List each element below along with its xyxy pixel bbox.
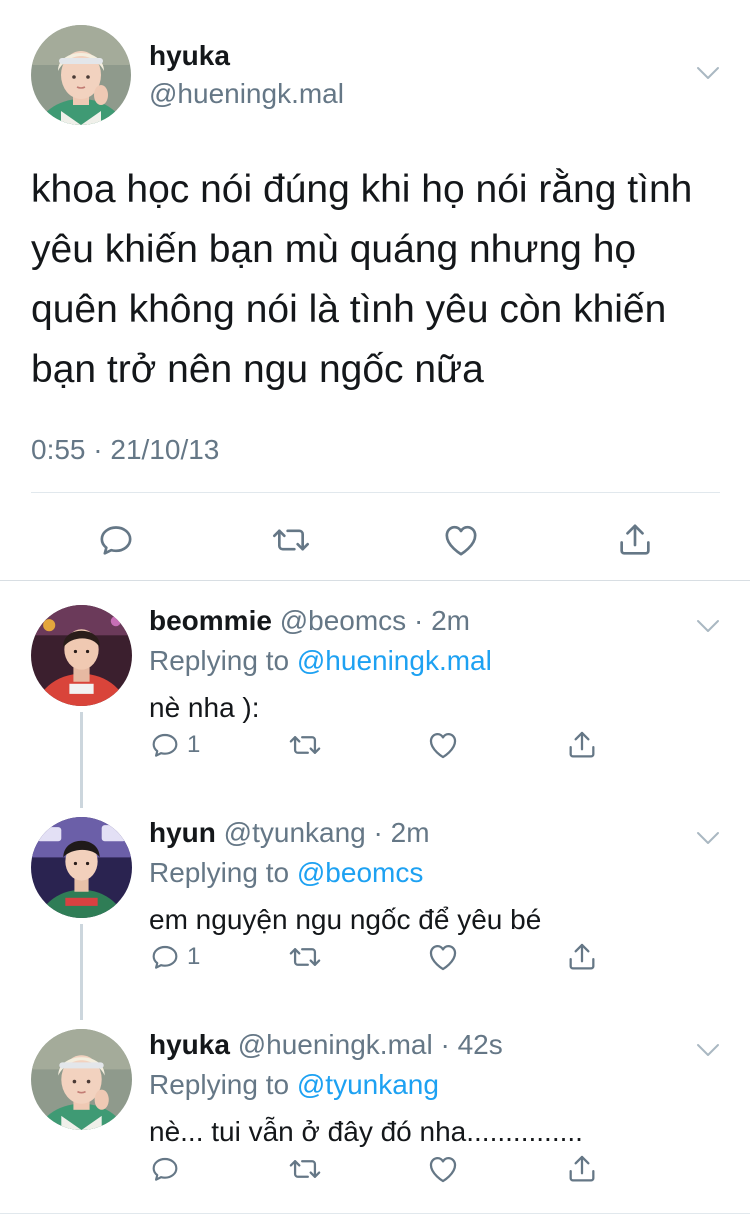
like-button[interactable] [426,723,460,767]
share-icon [565,728,599,762]
retweet-button[interactable] [288,1147,322,1191]
retweet-button[interactable] [288,935,322,979]
reply-tweet[interactable]: beommie @beomcs · 2m Replying to @huenin… [0,605,750,775]
reply-button[interactable]: 1 [149,723,200,767]
like-button[interactable] [426,935,460,979]
avatar[interactable] [31,1029,132,1130]
retweet-icon [288,728,322,762]
avatar[interactable] [31,817,132,918]
display-name[interactable]: hyuka [149,40,230,72]
reply-header: beommie @beomcs · 2m [149,605,470,637]
reply-tweet[interactable]: hyun @tyunkang · 2m Replying to @beomcs … [0,817,750,987]
like-button[interactable] [426,1147,460,1191]
heart-icon [426,1152,460,1186]
divider [31,492,720,493]
retweet-icon [288,1152,322,1186]
chevron-down-icon[interactable] [694,62,722,84]
tweet-actions [0,1147,750,1191]
divider [0,1213,750,1214]
replying-to: Replying to @beomcs [149,857,423,889]
tweet-actions: 1 [0,935,750,979]
mention-link[interactable]: @beomcs [297,857,423,888]
handle-time: @beomcs · 2m [279,605,470,636]
replying-to: Replying to @hueningk.mal [149,645,492,677]
share-icon [565,1152,599,1186]
reply-text: nè nha ): [149,692,260,723]
retweet-button[interactable] [261,510,321,570]
heart-icon [426,940,460,974]
handle-time: @hueningk.mal · 42s [237,1029,503,1060]
retweet-button[interactable] [288,723,322,767]
handle[interactable]: @hueningk.mal [149,78,344,110]
reply-tweet[interactable]: hyuka @hueningk.mal · 42s Replying to @t… [0,1029,750,1199]
share-button[interactable] [565,935,599,979]
share-button[interactable] [605,510,665,570]
chevron-down-icon[interactable] [694,827,722,849]
reply-count: 1 [187,943,201,970]
reply-icon [96,520,136,560]
tweet-timestamp[interactable]: 0:55 · 21/10/13 [31,434,219,466]
reply-button[interactable]: 1 [149,935,200,979]
avatar[interactable] [31,605,132,706]
chevron-down-icon[interactable] [694,1039,722,1061]
heart-icon [426,728,460,762]
handle-time: @tyunkang · 2m [223,817,430,848]
share-icon [565,940,599,974]
heart-icon [441,520,481,560]
reply-text: nè... tui vẫn ở đây đó nha..............… [149,1116,583,1147]
avatar[interactable] [31,25,131,125]
like-button[interactable] [431,510,491,570]
tweet-actions [0,510,750,570]
mention-link[interactable]: @hueningk.mal [297,645,492,676]
reply-button[interactable] [86,510,146,570]
replying-prefix: Replying to [149,857,297,888]
replying-to: Replying to @tyunkang [149,1069,439,1101]
reply-header: hyuka @hueningk.mal · 42s [149,1029,503,1061]
mention-link[interactable]: @tyunkang [297,1069,439,1100]
reply-text: em nguyện ngu ngốc để yêu bé [149,904,542,935]
reply-count: 1 [187,731,201,758]
reply-button[interactable] [149,1147,187,1191]
display-name[interactable]: hyun [149,817,216,848]
replying-prefix: Replying to [149,645,297,676]
section-divider [0,580,750,581]
share-button[interactable] [565,723,599,767]
retweet-icon [288,940,322,974]
replying-prefix: Replying to [149,1069,297,1100]
reply-icon [149,1153,181,1185]
display-name[interactable]: beommie [149,605,272,636]
share-button[interactable] [565,1147,599,1191]
display-name[interactable]: hyuka [149,1029,230,1060]
reply-icon [149,941,181,973]
chevron-down-icon[interactable] [694,615,722,637]
tweet-actions: 1 [0,723,750,767]
share-icon [615,520,655,560]
reply-header: hyun @tyunkang · 2m [149,817,430,849]
tweet-text: khoa học nói đúng khi họ nói rằng tình y… [31,168,693,391]
reply-icon [149,729,181,761]
retweet-icon [271,520,311,560]
main-tweet: hyuka @hueningk.mal khoa học nói đúng kh… [0,0,750,580]
